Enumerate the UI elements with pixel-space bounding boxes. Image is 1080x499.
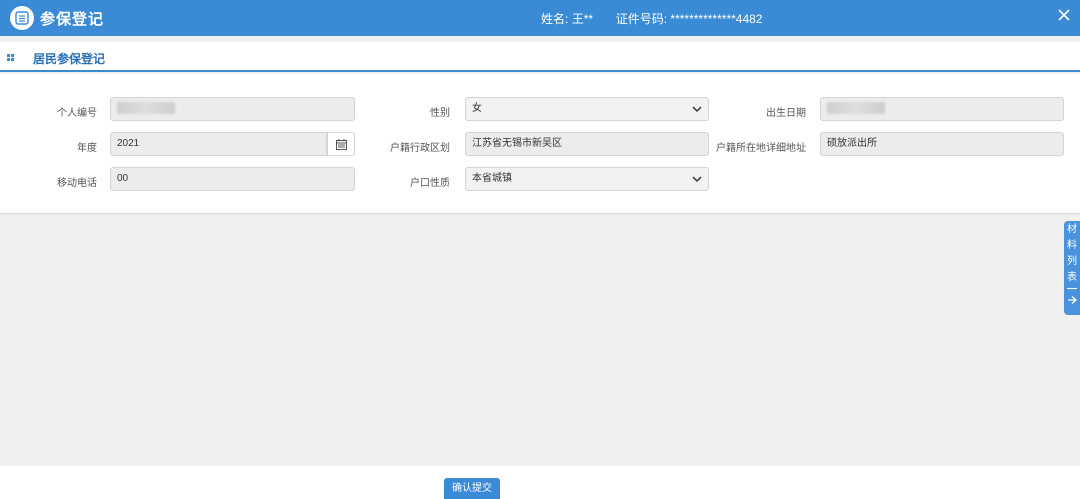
materials-list-tab[interactable]: 材 料 列 表 — [1064, 221, 1080, 315]
confirm-submit-button[interactable]: 确认提交 — [444, 478, 500, 499]
gender-select[interactable]: 女 — [465, 97, 709, 121]
mobile-label: 移动电话 — [57, 178, 97, 189]
household-type-label: 户口性质 — [410, 178, 450, 189]
id-value: **************4482 — [670, 12, 763, 26]
birth-date-label: 出生日期 — [766, 108, 806, 119]
list-icon — [10, 6, 34, 30]
household-type-value: 本省城镇 — [472, 173, 512, 184]
registration-form: 个人编号 性别 女 出生日期 年度 2021 户籍行政区划 江苏省无锡市新吴区 … — [0, 74, 1080, 214]
personal-id-label: 个人编号 — [57, 108, 97, 119]
year-field[interactable]: 2021 — [110, 132, 327, 156]
household-district-field[interactable]: 江苏省无锡市新吴区 — [465, 132, 709, 156]
id-label: 证件号码: — [615, 12, 668, 26]
section-header: 居民参保登记 — [0, 42, 1080, 72]
year-label: 年度 — [77, 143, 97, 154]
side-tab-char: 列 — [1067, 256, 1077, 267]
household-address-field[interactable]: 硕放派出所 — [820, 132, 1064, 156]
mobile-value: 00 — [117, 173, 129, 184]
arrow-right-icon — [1068, 296, 1077, 304]
masked-value — [827, 102, 885, 115]
page-title: 参保登记 — [40, 11, 105, 28]
year-value: 2021 — [117, 138, 140, 149]
gender-value: 女 — [472, 103, 482, 114]
household-district-value: 江苏省无锡市新吴区 — [472, 138, 562, 149]
name-label: 姓名: — [541, 12, 569, 26]
side-tab-char: 表 — [1067, 272, 1077, 283]
personal-id-field[interactable] — [110, 97, 355, 121]
birth-date-field[interactable] — [820, 97, 1064, 121]
household-type-select[interactable]: 本省城镇 — [465, 167, 709, 191]
divider — [1067, 288, 1077, 289]
close-icon[interactable] — [1056, 7, 1072, 23]
household-address-value: 硕放派出所 — [827, 138, 877, 149]
masked-value — [117, 102, 175, 115]
side-tab-char: 料 — [1067, 240, 1077, 251]
gender-label: 性别 — [430, 108, 450, 119]
footer-bar: 确认提交 — [0, 466, 1080, 499]
mobile-field[interactable]: 00 — [110, 167, 355, 191]
name-value: 王** — [571, 12, 594, 26]
household-address-label: 户籍所在地详细地址 — [716, 143, 806, 154]
grid-icon — [7, 54, 14, 61]
top-bar: 参保登记 姓名: 王** 证件号码: **************4482 — [0, 0, 1080, 36]
side-tab-char: 材 — [1067, 224, 1077, 235]
section-title: 居民参保登记 — [33, 52, 106, 66]
chevron-down-icon — [692, 176, 702, 183]
household-district-label: 户籍行政区划 — [390, 143, 450, 154]
user-info: 姓名: 王** 证件号码: **************4482 — [541, 10, 762, 27]
